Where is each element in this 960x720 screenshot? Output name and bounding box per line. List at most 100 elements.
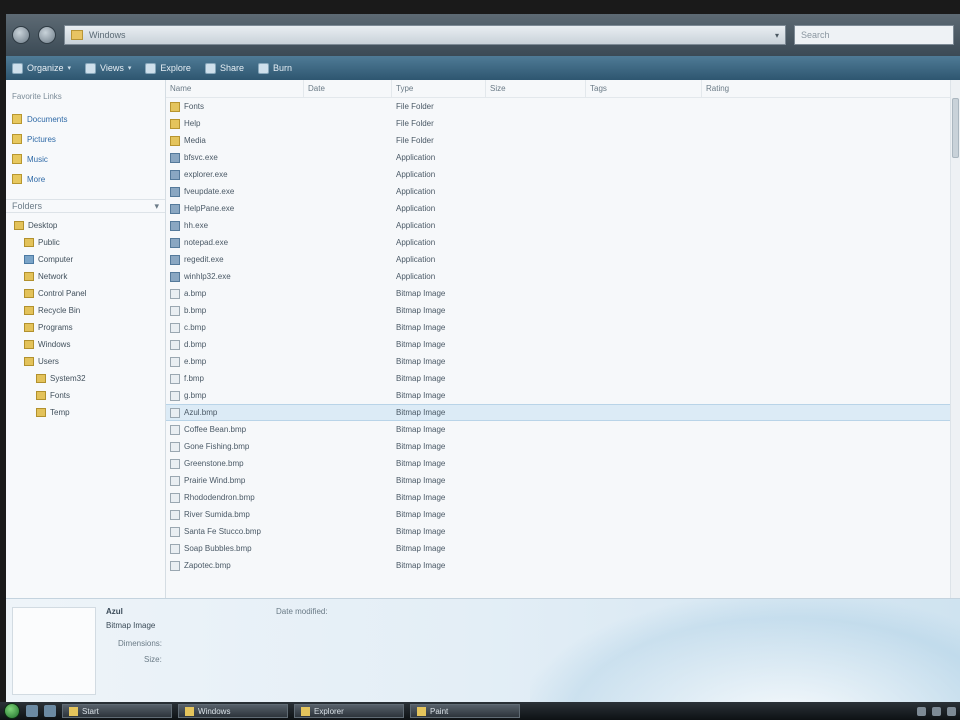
table-row[interactable]: winhlp32.exe Application xyxy=(166,268,960,285)
favorite-link[interactable]: Documents xyxy=(6,109,165,129)
toolbar-organize[interactable]: Organize ▾ xyxy=(12,62,71,74)
table-row[interactable]: Soap Bubbles.bmp Bitmap Image xyxy=(166,540,960,557)
column-header-size[interactable]: Size xyxy=(486,80,586,97)
window-icon xyxy=(69,706,78,716)
taskbar-button[interactable]: Windows xyxy=(178,704,288,718)
tree-item[interactable]: Public xyxy=(6,234,165,251)
file-type-cell: Bitmap Image xyxy=(396,374,446,383)
file-name-cell: e.bmp xyxy=(166,356,304,367)
folder-icon xyxy=(170,101,180,112)
table-row[interactable]: Prairie Wind.bmp Bitmap Image xyxy=(166,472,960,489)
favorite-link[interactable]: Pictures xyxy=(6,129,165,149)
folders-header[interactable]: Folders ▾ xyxy=(6,199,165,213)
file-name-cell: HelpPane.exe xyxy=(166,203,304,214)
quicklaunch-icon[interactable] xyxy=(44,705,56,717)
table-row[interactable]: f.bmp Bitmap Image xyxy=(166,370,960,387)
column-header-rating[interactable]: Rating xyxy=(702,80,960,97)
quicklaunch-icon[interactable] xyxy=(26,705,38,717)
table-row[interactable]: River Sumida.bmp Bitmap Image xyxy=(166,506,960,523)
volume-icon[interactable] xyxy=(932,706,941,716)
folder-icon xyxy=(12,134,22,144)
toolbar-explore[interactable]: Explore xyxy=(145,62,191,74)
scrollbar-thumb[interactable] xyxy=(952,98,959,158)
search-input[interactable]: Search xyxy=(794,25,954,45)
table-row[interactable]: Zapotec.bmp Bitmap Image xyxy=(166,557,960,574)
favorite-link[interactable]: Music xyxy=(6,149,165,169)
tree-item[interactable]: Recycle Bin xyxy=(6,302,165,319)
tree-item[interactable]: Fonts xyxy=(6,387,165,404)
table-row[interactable]: Azul.bmp Bitmap Image xyxy=(166,404,960,421)
image-file-icon xyxy=(170,424,180,435)
chevron-down-icon[interactable]: ▾ xyxy=(154,201,159,212)
table-row[interactable]: Media File Folder xyxy=(166,132,960,149)
taskbar-button[interactable]: Paint xyxy=(410,704,520,718)
file-type-cell: Bitmap Image xyxy=(396,493,446,502)
file-type-cell: Bitmap Image xyxy=(396,442,446,451)
tree-item[interactable]: Control Panel xyxy=(6,285,165,302)
table-row[interactable]: Greenstone.bmp Bitmap Image xyxy=(166,455,960,472)
folder-icon xyxy=(36,374,46,383)
table-row[interactable]: Help File Folder xyxy=(166,115,960,132)
clock-icon[interactable] xyxy=(947,706,956,716)
explore-icon xyxy=(145,62,157,74)
favorite-link[interactable]: More xyxy=(6,169,165,189)
navigation-pane: Favorite Links Documents Pictures Music Mor… xyxy=(6,80,166,598)
vertical-scrollbar[interactable] xyxy=(950,80,960,598)
table-row[interactable]: a.bmp Bitmap Image xyxy=(166,285,960,302)
table-row[interactable]: explorer.exe Application xyxy=(166,166,960,183)
table-row[interactable]: hh.exe Application xyxy=(166,217,960,234)
table-row[interactable]: notepad.exe Application xyxy=(166,234,960,251)
table-row[interactable]: Fonts File Folder xyxy=(166,98,960,115)
taskbar-button[interactable]: Start xyxy=(62,704,172,718)
chevron-down-icon[interactable]: ▾ xyxy=(775,31,779,40)
address-field[interactable]: Windows ▾ xyxy=(64,25,786,45)
file-name-cell: River Sumida.bmp xyxy=(166,509,304,520)
tree-item[interactable]: Programs xyxy=(6,319,165,336)
file-type-cell: Bitmap Image xyxy=(396,425,446,434)
column-header-date[interactable]: Date xyxy=(304,80,392,97)
table-row[interactable]: g.bmp Bitmap Image xyxy=(166,387,960,404)
image-file-icon xyxy=(170,543,180,554)
toolbar-share[interactable]: Share xyxy=(204,62,244,74)
table-row[interactable]: Coffee Bean.bmp Bitmap Image xyxy=(166,421,960,438)
toolbar-views[interactable]: Views ▾ xyxy=(85,62,131,74)
tree-item[interactable]: Desktop xyxy=(6,217,165,234)
table-row[interactable]: Gone Fishing.bmp Bitmap Image xyxy=(166,438,960,455)
file-list-pane: Name Date Type Size Tags Rating Fonts Fil… xyxy=(166,80,960,598)
folder-icon xyxy=(36,408,46,417)
table-row[interactable]: regedit.exe Application xyxy=(166,251,960,268)
file-type-cell: Bitmap Image xyxy=(396,340,446,349)
table-row[interactable]: b.bmp Bitmap Image xyxy=(166,302,960,319)
tree-item[interactable]: Windows xyxy=(6,336,165,353)
tree-item[interactable]: Computer xyxy=(6,251,165,268)
table-row[interactable]: Santa Fe Stucco.bmp Bitmap Image xyxy=(166,523,960,540)
file-type-cell: Bitmap Image xyxy=(396,476,446,485)
tree-item[interactable]: Users xyxy=(6,353,165,370)
file-type-cell: Bitmap Image xyxy=(396,391,446,400)
table-row[interactable]: fveupdate.exe Application xyxy=(166,183,960,200)
start-button[interactable] xyxy=(4,703,20,719)
table-row[interactable]: bfsvc.exe Application xyxy=(166,149,960,166)
column-header-tags[interactable]: Tags xyxy=(586,80,702,97)
table-row[interactable]: e.bmp Bitmap Image xyxy=(166,353,960,370)
table-row[interactable]: HelpPane.exe Application xyxy=(166,200,960,217)
application-icon xyxy=(170,169,180,180)
network-icon[interactable] xyxy=(917,706,926,716)
image-file-icon xyxy=(170,339,180,350)
table-row[interactable]: Rhododendron.bmp Bitmap Image xyxy=(166,489,960,506)
tree-item[interactable]: System32 xyxy=(6,370,165,387)
file-type-cell: Bitmap Image xyxy=(396,544,446,553)
back-button[interactable] xyxy=(12,26,30,44)
column-header-type[interactable]: Type xyxy=(392,80,486,97)
taskbar-button[interactable]: Explorer xyxy=(294,704,404,718)
table-row[interactable]: d.bmp Bitmap Image xyxy=(166,336,960,353)
tree-item[interactable]: Temp xyxy=(6,404,165,421)
window-icon xyxy=(301,706,310,716)
tree-item[interactable]: Network xyxy=(6,268,165,285)
forward-button[interactable] xyxy=(38,26,56,44)
address-bar-area: Windows ▾ Search xyxy=(6,14,960,56)
toolbar-burn[interactable]: Burn xyxy=(257,62,292,74)
file-type-cell: Application xyxy=(396,204,436,213)
table-row[interactable]: c.bmp Bitmap Image xyxy=(166,319,960,336)
column-header-name[interactable]: Name xyxy=(166,80,304,97)
